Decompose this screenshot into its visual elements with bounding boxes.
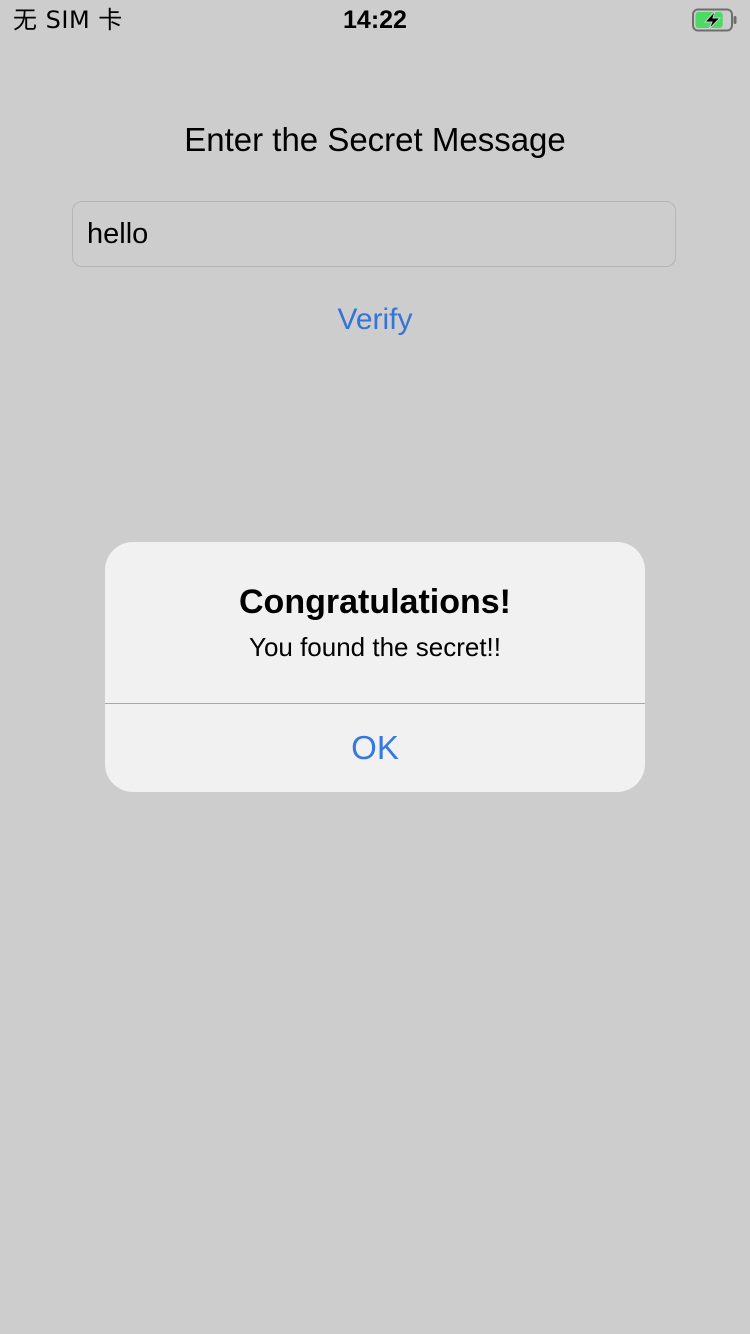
status-time: 14:22 bbox=[343, 6, 407, 34]
secret-message-field[interactable] bbox=[72, 201, 676, 267]
verify-button[interactable]: Verify bbox=[0, 300, 750, 340]
status-bar: 无 SIM 卡 14:22 bbox=[0, 0, 750, 40]
alert-dialog: Congratulations! You found the secret!! … bbox=[105, 542, 645, 792]
page-title: Enter the Secret Message bbox=[184, 121, 566, 158]
alert-title: Congratulations! bbox=[239, 583, 511, 621]
secret-message-input[interactable] bbox=[73, 202, 675, 266]
battery-charging-icon bbox=[692, 8, 737, 32]
alert-message: You found the secret!! bbox=[248, 632, 501, 662]
ok-button[interactable]: OK bbox=[105, 704, 645, 792]
